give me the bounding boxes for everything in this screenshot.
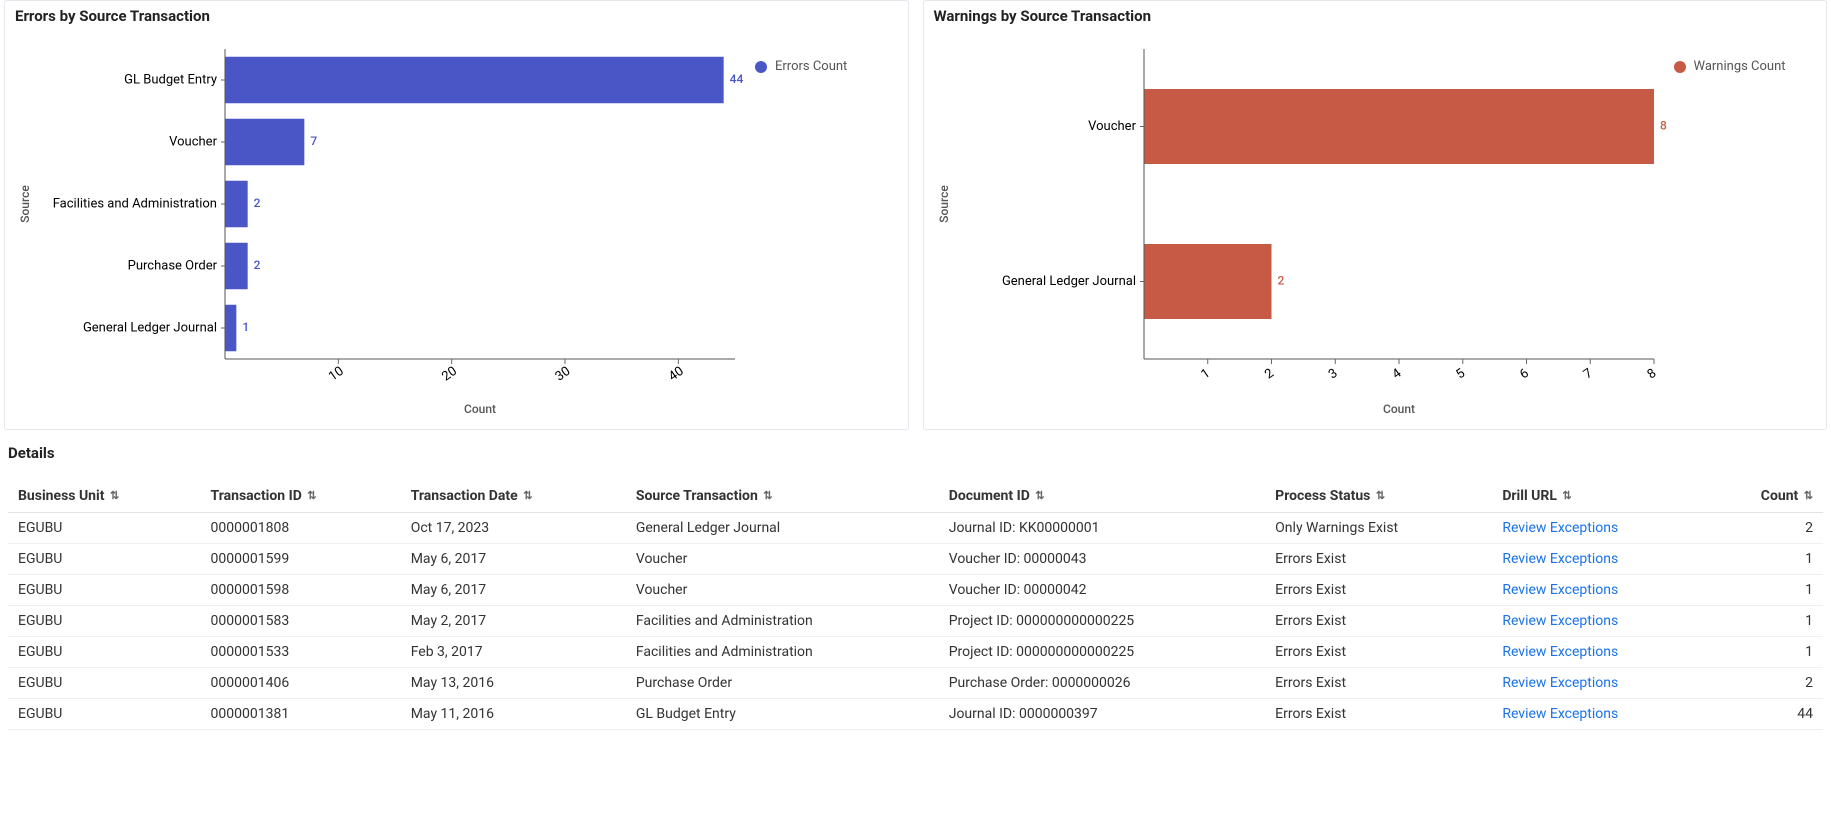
svg-text:10: 10 (326, 364, 347, 385)
table-row: EGUBU0000001808Oct 17, 2023General Ledge… (8, 513, 1823, 544)
warnings-chart[interactable]: Voucher 8 General Ledger Journal 2 1 2 3 4 5 6 7 8 C… (934, 29, 1674, 419)
column-header[interactable]: Transaction Date ⇅ (401, 480, 626, 513)
svg-text:General Ledger Journal: General Ledger Journal (1001, 274, 1135, 289)
svg-text:7: 7 (310, 134, 317, 148)
svg-text:Count: Count (1383, 402, 1415, 416)
errors-chart-title: Errors by Source Transaction (15, 7, 898, 25)
warnings-chart-panel: Warnings by Source Transaction Voucher 8 G… (923, 0, 1828, 430)
column-header[interactable]: Process Status ⇅ (1265, 480, 1492, 513)
warnings-legend: Warnings Count (1674, 29, 1786, 74)
svg-text:4: 4 (1389, 365, 1404, 382)
table-row: EGUBU0000001533Feb 3, 2017Facilities and… (8, 637, 1823, 668)
sort-icon[interactable]: ⇅ (1562, 489, 1571, 502)
svg-text:Count: Count (464, 402, 496, 416)
errors-chart[interactable]: GL Budget Entry 44 Voucher 7 Facilities and … (15, 29, 755, 419)
review-exceptions-link[interactable]: Review Exceptions (1502, 644, 1618, 660)
details-table: Business Unit ⇅Transaction ID ⇅Transacti… (8, 480, 1823, 730)
sort-icon[interactable]: ⇅ (763, 489, 772, 502)
svg-text:7: 7 (1580, 366, 1595, 382)
svg-text:General Ledger Journal: General Ledger Journal (83, 320, 217, 335)
sort-icon[interactable]: ⇅ (307, 489, 316, 502)
table-row: EGUBU0000001381May 11, 2016GL Budget Ent… (8, 699, 1823, 730)
svg-text:2: 2 (1262, 366, 1277, 382)
svg-text:Source: Source (937, 185, 951, 223)
review-exceptions-link[interactable]: Review Exceptions (1502, 706, 1618, 722)
svg-text:20: 20 (439, 364, 460, 385)
svg-text:1: 1 (242, 320, 249, 334)
sort-icon[interactable]: ⇅ (1804, 489, 1813, 502)
warnings-chart-title: Warnings by Source Transaction (934, 7, 1817, 25)
sort-icon[interactable]: ⇅ (1035, 489, 1044, 502)
svg-text:GL Budget Entry: GL Budget Entry (124, 72, 217, 87)
svg-text:3: 3 (1325, 366, 1340, 382)
sort-icon[interactable]: ⇅ (110, 489, 119, 502)
errors-legend-swatch (755, 61, 767, 73)
warnings-legend-swatch (1674, 61, 1686, 73)
review-exceptions-link[interactable]: Review Exceptions (1502, 675, 1618, 691)
column-header[interactable]: Source Transaction ⇅ (626, 480, 939, 513)
details-title: Details (8, 444, 1823, 462)
review-exceptions-link[interactable]: Review Exceptions (1502, 582, 1618, 598)
column-header[interactable]: Transaction ID ⇅ (201, 480, 401, 513)
svg-text:44: 44 (730, 72, 744, 86)
column-header[interactable]: Drill URL ⇅ (1492, 480, 1708, 513)
svg-text:2: 2 (254, 258, 261, 272)
errors-chart-panel: Errors by Source Transaction GL Budget E… (4, 0, 909, 430)
errors-legend: Errors Count (755, 29, 847, 74)
warnings-legend-label: Warnings Count (1694, 59, 1786, 74)
svg-text:1: 1 (1198, 366, 1213, 382)
table-row: EGUBU0000001599May 6, 2017VoucherVoucher… (8, 544, 1823, 575)
svg-text:6: 6 (1517, 366, 1532, 382)
column-header[interactable]: Business Unit ⇅ (8, 480, 201, 513)
table-row: EGUBU0000001406May 13, 2016Purchase Orde… (8, 668, 1823, 699)
svg-text:40: 40 (666, 364, 687, 385)
errors-legend-label: Errors Count (775, 59, 847, 74)
svg-text:8: 8 (1660, 119, 1667, 133)
svg-text:Voucher: Voucher (1088, 119, 1136, 134)
table-row: EGUBU0000001598May 6, 2017VoucherVoucher… (8, 575, 1823, 606)
review-exceptions-link[interactable]: Review Exceptions (1502, 613, 1618, 629)
details-section: Details Business Unit ⇅Transaction ID ⇅T… (0, 430, 1831, 730)
svg-text:Source: Source (18, 185, 32, 223)
review-exceptions-link[interactable]: Review Exceptions (1502, 520, 1618, 536)
svg-text:Purchase Order: Purchase Order (128, 258, 218, 273)
sort-icon[interactable]: ⇅ (1376, 489, 1385, 502)
svg-text:Facilities and Administration: Facilities and Administration (53, 196, 217, 211)
table-row: EGUBU0000001583May 2, 2017Facilities and… (8, 606, 1823, 637)
svg-text:Voucher: Voucher (169, 134, 217, 149)
svg-text:2: 2 (1277, 274, 1284, 288)
column-header[interactable]: Document ID ⇅ (939, 480, 1265, 513)
svg-text:5: 5 (1453, 366, 1468, 382)
svg-text:8: 8 (1644, 366, 1659, 382)
svg-text:2: 2 (254, 196, 261, 210)
review-exceptions-link[interactable]: Review Exceptions (1502, 551, 1618, 567)
column-header[interactable]: Count ⇅ (1708, 480, 1823, 513)
svg-text:30: 30 (553, 364, 574, 385)
sort-icon[interactable]: ⇅ (523, 489, 532, 502)
